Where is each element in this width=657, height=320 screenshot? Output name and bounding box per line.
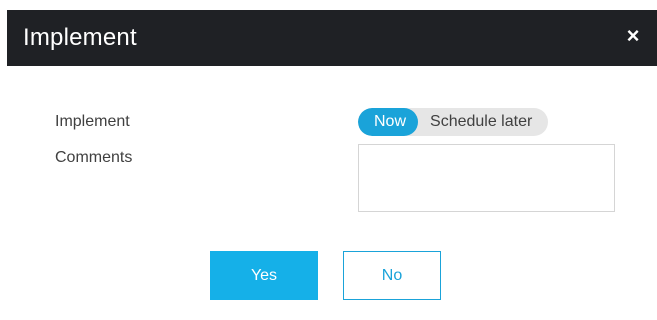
dialog-title: Implement <box>23 24 137 51</box>
no-button[interactable]: No <box>343 251 441 300</box>
dialog-titlebar: Implement × <box>7 10 657 66</box>
close-icon[interactable]: × <box>623 22 643 50</box>
implement-label: Implement <box>55 113 130 130</box>
implement-now-option[interactable]: Now <box>358 108 419 136</box>
implement-dialog: Implement × Implement Now Schedule later… <box>0 0 657 320</box>
comments-field[interactable] <box>358 144 615 212</box>
yes-button[interactable]: Yes <box>210 251 318 300</box>
comments-label: Comments <box>55 149 133 166</box>
implement-toggle: Now Schedule later <box>358 108 549 136</box>
implement-schedule-later-option[interactable]: Schedule later <box>418 108 548 136</box>
